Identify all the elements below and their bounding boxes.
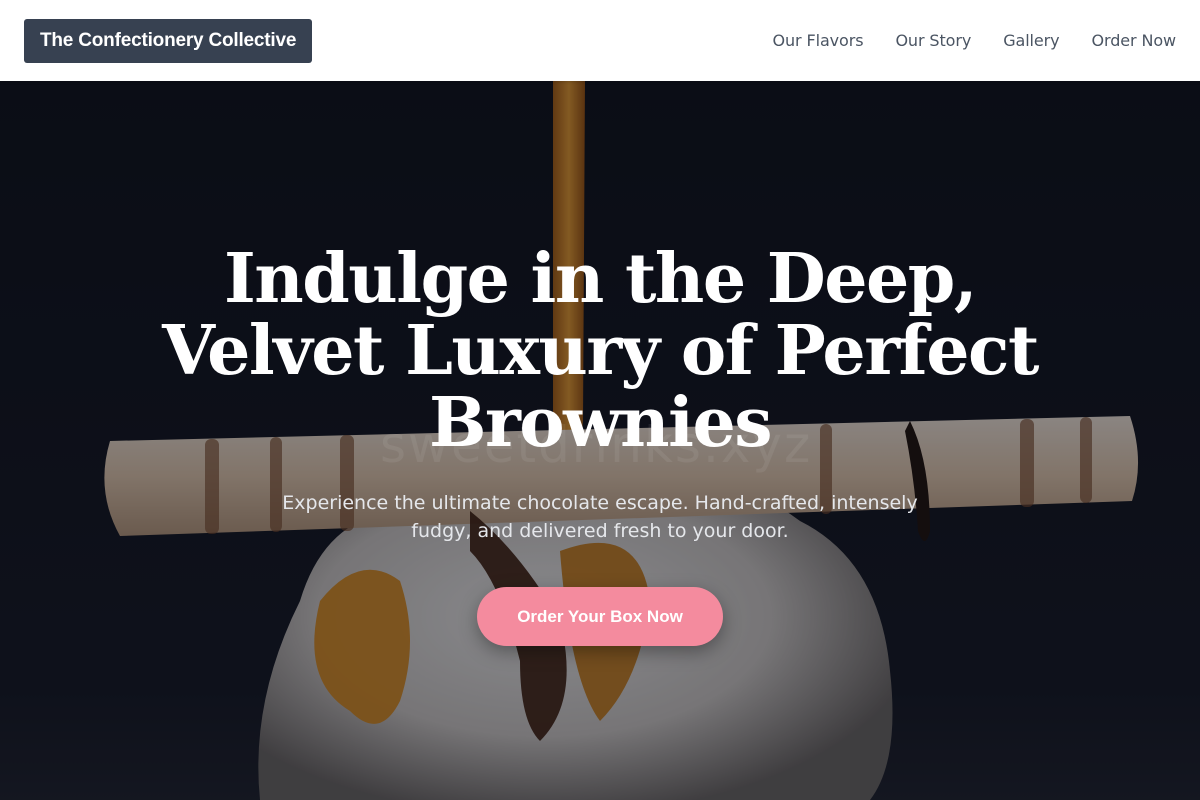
- nav-link-gallery[interactable]: Gallery: [1003, 31, 1059, 50]
- hero-section: sweetdrinks.xyz Indulge in the Deep, Vel…: [0, 81, 1200, 800]
- main-nav: Our Flavors Our Story Gallery Order Now: [773, 31, 1177, 50]
- brand-logo[interactable]: The Confectionery Collective: [24, 18, 313, 63]
- hero-content: Indulge in the Deep, Velvet Luxury of Pe…: [0, 243, 1200, 646]
- order-box-button[interactable]: Order Your Box Now: [477, 587, 723, 646]
- nav-link-story[interactable]: Our Story: [895, 31, 971, 50]
- nav-link-flavors[interactable]: Our Flavors: [773, 31, 864, 50]
- hero-title: Indulge in the Deep, Velvet Luxury of Pe…: [162, 239, 1039, 463]
- nav-link-order[interactable]: Order Now: [1092, 31, 1177, 50]
- hero-subtitle: Experience the ultimate chocolate escape…: [282, 492, 918, 542]
- site-header: The Confectionery Collective Our Flavors…: [0, 0, 1200, 81]
